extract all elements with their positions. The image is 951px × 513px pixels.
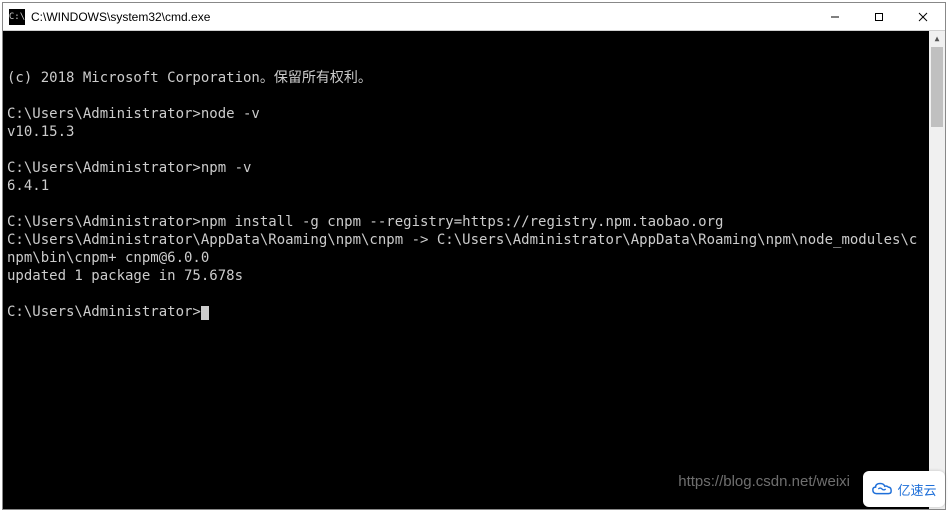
terminal-line: C:\Users\Administrator>: [7, 303, 923, 321]
terminal-line: C:\Users\Administrator>node -v: [7, 105, 923, 123]
terminal-line: C:\Users\Administrator>npm -v: [7, 159, 923, 177]
terminal-line: [7, 87, 923, 105]
terminal-line: v10.15.3: [7, 123, 923, 141]
terminal-line: [7, 141, 923, 159]
titlebar[interactable]: C:\ C:\WINDOWS\system32\cmd.exe: [3, 3, 945, 31]
minimize-button[interactable]: [813, 3, 857, 30]
cmd-icon-text: C:\: [9, 12, 25, 22]
scroll-up-arrow[interactable]: ▲: [929, 31, 945, 47]
window-controls: [813, 3, 945, 30]
scrollbar-thumb[interactable]: [931, 47, 943, 127]
cmd-icon: C:\: [9, 9, 25, 25]
badge-text: 亿速云: [897, 480, 936, 499]
terminal-content: (c) 2018 Microsoft Corporation。保留所有权利。 C…: [7, 69, 941, 321]
terminal-area[interactable]: (c) 2018 Microsoft Corporation。保留所有权利。 C…: [3, 31, 945, 509]
scrollbar[interactable]: ▲ ▼: [929, 31, 945, 509]
csdn-watermark: https://blog.csdn.net/weixi: [678, 473, 850, 491]
terminal-line: [7, 195, 923, 213]
terminal-line: 6.4.1: [7, 177, 923, 195]
close-button[interactable]: [901, 3, 945, 30]
terminal-line: C:\Users\Administrator>npm install -g cn…: [7, 213, 923, 231]
terminal-line: (c) 2018 Microsoft Corporation。保留所有权利。: [7, 69, 923, 87]
provider-badge: 亿速云: [863, 471, 945, 507]
window-title: C:\WINDOWS\system32\cmd.exe: [31, 10, 813, 24]
cloud-icon: [871, 481, 893, 497]
cmd-window: C:\ C:\WINDOWS\system32\cmd.exe (c) 2018…: [2, 2, 946, 510]
terminal-line: C:\Users\Administrator\AppData\Roaming\n…: [7, 231, 923, 267]
terminal-line: updated 1 package in 75.678s: [7, 267, 923, 285]
terminal-line: [7, 285, 923, 303]
maximize-button[interactable]: [857, 3, 901, 30]
text-cursor: [201, 306, 209, 320]
